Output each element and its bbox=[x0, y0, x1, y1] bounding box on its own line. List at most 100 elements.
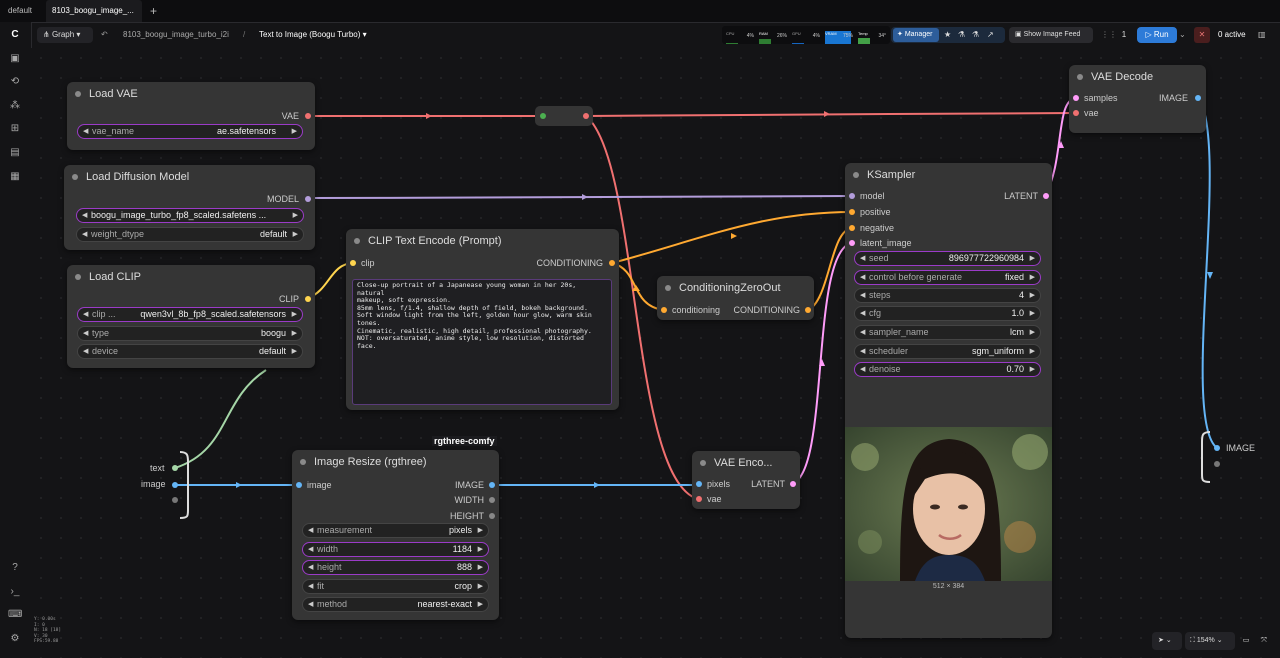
output-dot-empty[interactable] bbox=[172, 497, 178, 503]
zoom-control[interactable]: ⛶ 154% ⌄ bbox=[1185, 632, 1235, 650]
output-dot-image[interactable] bbox=[172, 482, 178, 488]
input-dot-image[interactable] bbox=[1214, 445, 1220, 451]
decrement-arrow-icon[interactable]: ◀ bbox=[82, 209, 87, 222]
templates-icon[interactable]: ▦ bbox=[8, 170, 22, 184]
input-dot-negative[interactable] bbox=[849, 225, 855, 231]
output-dot-clip[interactable] bbox=[305, 296, 311, 302]
increment-arrow-icon[interactable]: ▶ bbox=[478, 580, 483, 593]
input-dot-samples[interactable] bbox=[1073, 95, 1079, 101]
widget-height[interactable]: ◀ height 888 ▶ bbox=[302, 560, 489, 575]
node-title[interactable]: ConditioningZeroOut bbox=[657, 276, 814, 300]
decrement-arrow-icon[interactable]: ◀ bbox=[308, 543, 313, 556]
input-dot-latent-image[interactable] bbox=[849, 240, 855, 246]
new-tab-button[interactable]: + bbox=[144, 0, 160, 22]
widget-seed[interactable]: ◀ seed 896977722960984 ▶ bbox=[854, 251, 1041, 266]
minimap-icon[interactable]: ▭ bbox=[1238, 632, 1254, 650]
active-queue-label[interactable]: 0 active bbox=[1218, 27, 1246, 43]
decrement-arrow-icon[interactable]: ◀ bbox=[860, 307, 865, 320]
input-dot-pixels[interactable] bbox=[696, 481, 702, 487]
output-dot-conditioning[interactable] bbox=[805, 307, 811, 313]
widget-vae-name[interactable]: ◀ vae_name ae.safetensors ▶ bbox=[77, 124, 303, 139]
widget-method[interactable]: ◀ method nearest-exact ▶ bbox=[302, 597, 489, 612]
decrement-arrow-icon[interactable]: ◀ bbox=[860, 363, 865, 376]
decrement-arrow-icon[interactable]: ◀ bbox=[860, 271, 865, 284]
node-title[interactable]: Load Diffusion Model bbox=[64, 165, 315, 189]
input-dot-vae[interactable] bbox=[1073, 110, 1079, 116]
increment-arrow-icon[interactable]: ▶ bbox=[1030, 326, 1035, 339]
input-dot-clip[interactable] bbox=[350, 260, 356, 266]
increment-arrow-icon[interactable]: ▶ bbox=[1030, 363, 1035, 376]
input-dot-vae[interactable] bbox=[696, 496, 702, 502]
increment-arrow-icon[interactable]: ▶ bbox=[292, 308, 297, 321]
node-load-clip[interactable]: Load CLIP CLIP ◀ clip ... qwen3vl_8b_fp8_s… bbox=[67, 265, 315, 368]
increment-arrow-icon[interactable]: ▶ bbox=[293, 228, 298, 241]
increment-arrow-icon[interactable]: ▶ bbox=[1030, 289, 1035, 302]
node-load-diffusion-model[interactable]: Load Diffusion Model MODEL ◀ boogu_image_… bbox=[64, 165, 315, 250]
show-image-feed-button[interactable]: ▣ Show Image Feed bbox=[1009, 27, 1093, 43]
panel-toggle-icon[interactable]: ▥ bbox=[1258, 27, 1266, 43]
decrement-arrow-icon[interactable]: ◀ bbox=[83, 327, 88, 340]
widget-clip-name[interactable]: ◀ clip ... qwen3vl_8b_fp8_scaled.safetenso… bbox=[77, 307, 303, 322]
graph-button[interactable]: ⋔ Graph ▾ bbox=[37, 27, 93, 43]
increment-arrow-icon[interactable]: ▶ bbox=[292, 125, 297, 138]
widget-cfg[interactable]: ◀ cfg 1.0 ▶ bbox=[854, 306, 1041, 321]
flask-icon[interactable]: ⚗ bbox=[958, 27, 965, 43]
decrement-arrow-icon[interactable]: ◀ bbox=[83, 308, 88, 321]
input-dot-image[interactable] bbox=[296, 482, 302, 488]
output-dot-height[interactable] bbox=[489, 513, 495, 519]
output-dot-vae[interactable] bbox=[305, 113, 311, 119]
queue-count[interactable]: 1 bbox=[1113, 27, 1135, 43]
node-title[interactable]: VAE Enco... bbox=[692, 451, 800, 475]
input-dot-positive[interactable] bbox=[849, 209, 855, 215]
increment-arrow-icon[interactable]: ▶ bbox=[478, 561, 483, 574]
run-options-chevron-icon[interactable]: ⌄ bbox=[1179, 27, 1186, 43]
star-icon[interactable]: ★ bbox=[944, 27, 951, 43]
widget-denoise[interactable]: ◀ denoise 0.70 ▶ bbox=[854, 362, 1041, 377]
output-dot-latent[interactable] bbox=[1043, 193, 1049, 199]
link-visibility-icon[interactable]: ⤧ bbox=[1256, 632, 1272, 650]
decrement-arrow-icon[interactable]: ◀ bbox=[308, 598, 313, 611]
undo-icon[interactable]: ↶ bbox=[101, 27, 108, 43]
output-dot-text[interactable] bbox=[172, 465, 178, 471]
increment-arrow-icon[interactable]: ▶ bbox=[292, 327, 297, 340]
node-load-vae[interactable]: Load VAE VAE ◀ vae_name ae.safetensors ▶ bbox=[67, 82, 315, 150]
history-icon[interactable]: ⟲ bbox=[8, 75, 22, 89]
node-title[interactable]: Image Resize (rgthree) bbox=[292, 450, 499, 474]
widget-type[interactable]: ◀ type boogu ▶ bbox=[77, 326, 303, 341]
widget-fit[interactable]: ◀ fit crop ▶ bbox=[302, 579, 489, 594]
select-tool-button[interactable]: ➤ ⌄ bbox=[1152, 632, 1182, 650]
widget-steps[interactable]: ◀ steps 4 ▶ bbox=[854, 288, 1041, 303]
increment-arrow-icon[interactable]: ▶ bbox=[478, 543, 483, 556]
help-icon[interactable]: ? bbox=[8, 561, 22, 575]
decrement-arrow-icon[interactable]: ◀ bbox=[83, 345, 88, 358]
beaker-icon[interactable]: ⚗ bbox=[972, 27, 979, 43]
increment-arrow-icon[interactable]: ▶ bbox=[1030, 345, 1035, 358]
interrupt-button[interactable]: ✕ bbox=[1194, 27, 1210, 43]
tab-workflow[interactable]: 8103_boogu_image_... bbox=[46, 0, 142, 35]
widget-control-before-generate[interactable]: ◀ control before generate fixed ▶ bbox=[854, 270, 1041, 285]
node-title[interactable]: VAE Decode bbox=[1069, 65, 1206, 89]
share-icon[interactable]: ↗ bbox=[987, 27, 994, 43]
increment-arrow-icon[interactable]: ▶ bbox=[293, 209, 298, 222]
keyboard-icon[interactable]: ⌨ bbox=[8, 608, 22, 622]
output-dot-image[interactable] bbox=[1195, 95, 1201, 101]
widget-unet-name[interactable]: ◀ boogu_image_turbo_fp8_scaled.safetens .… bbox=[76, 208, 304, 223]
workflow-title[interactable]: Text to Image (Boogu Turbo) ▾ bbox=[259, 27, 367, 43]
increment-arrow-icon[interactable]: ▶ bbox=[1030, 252, 1035, 265]
widget-device[interactable]: ◀ device default ▶ bbox=[77, 344, 303, 359]
node-title[interactable]: KSampler bbox=[845, 163, 1052, 187]
output-dot-image[interactable] bbox=[489, 482, 495, 488]
model-library-icon[interactable]: ⊞ bbox=[8, 122, 22, 136]
widget-scheduler[interactable]: ◀ scheduler sgm_uniform ▶ bbox=[854, 344, 1041, 359]
manager-button[interactable]: ✦ Manager bbox=[893, 28, 939, 42]
decrement-arrow-icon[interactable]: ◀ bbox=[308, 580, 313, 593]
decrement-arrow-icon[interactable]: ◀ bbox=[860, 345, 865, 358]
comfy-logo-icon[interactable]: C bbox=[8, 28, 22, 42]
node-image-resize[interactable]: Image Resize (rgthree) image IMAGE WIDTH… bbox=[292, 450, 499, 620]
decrement-arrow-icon[interactable]: ◀ bbox=[82, 228, 87, 241]
terminal-icon[interactable]: ›_ bbox=[8, 585, 22, 599]
increment-arrow-icon[interactable]: ▶ bbox=[478, 598, 483, 611]
image-icon[interactable]: ▣ bbox=[8, 52, 22, 66]
preview-image[interactable] bbox=[845, 427, 1052, 581]
node-vae-encode[interactable]: VAE Enco... pixels vae LATENT bbox=[692, 451, 800, 509]
